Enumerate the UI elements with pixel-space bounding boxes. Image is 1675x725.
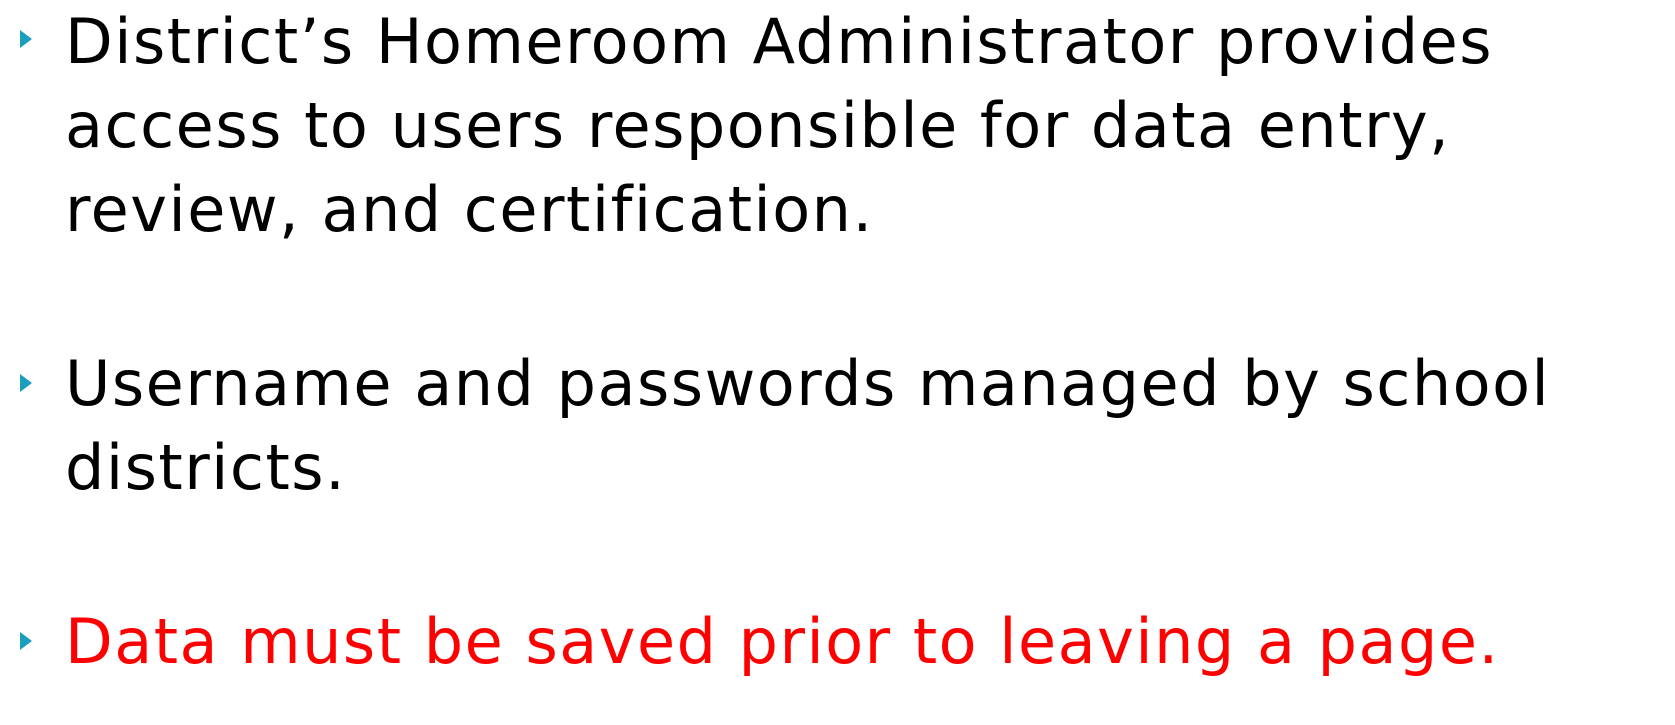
bullet-line: Data must be saved prior to leaving a pa… <box>65 605 1500 678</box>
bullet-line: District’s Homeroom Administrator provid… <box>65 5 1494 78</box>
slide-body: District’s Homeroom Administrator provid… <box>0 0 1675 725</box>
triangle-right-icon <box>20 374 32 392</box>
bullet-line: Username and passwords managed by school <box>65 347 1551 420</box>
bullet-line: access to users responsible for data ent… <box>65 89 1451 162</box>
bullet-line: districts. <box>65 431 347 504</box>
triangle-right-icon <box>20 632 32 650</box>
bullet-text: District’s Homeroom Administrator provid… <box>65 0 1665 252</box>
bullet-text-warning: Data must be saved prior to leaving a pa… <box>65 600 1665 684</box>
triangle-right-icon <box>20 30 32 48</box>
bullet-line: review, and certification. <box>65 173 874 246</box>
bullet-text: Username and passwords managed by school… <box>65 342 1665 510</box>
